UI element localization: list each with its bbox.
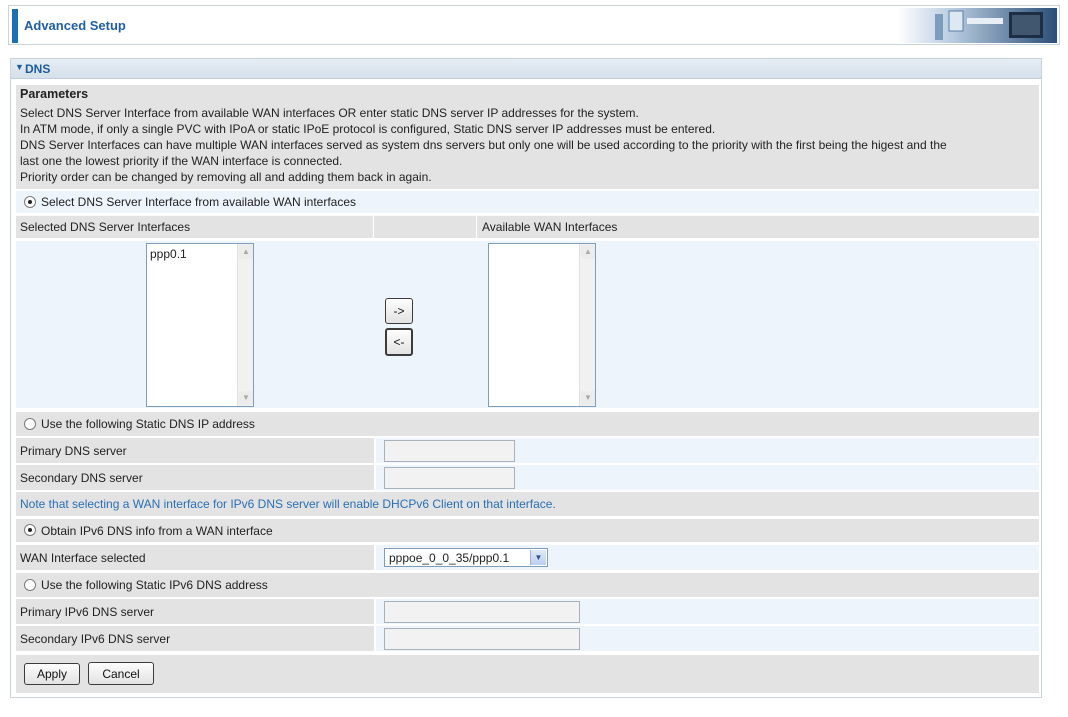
primary-dns-label: Primary DNS server [20,444,127,458]
interface-mode-row: Select DNS Server Interface from availab… [16,191,1039,213]
ipv6-note: Note that selecting a WAN interface for … [20,497,556,511]
available-interfaces-list[interactable]: ▲ ▼ [488,243,596,407]
wan-interface-select[interactable]: pppoe_0_0_35/ppp0.1 ▼ [384,548,548,567]
static-dns-mode-row: Use the following Static DNS IP address [16,412,1039,436]
scroll-down-arrow-icon[interactable]: ▼ [239,391,253,405]
secondary-dns-input[interactable] [384,467,515,489]
interface-mode-radio[interactable] [24,196,36,208]
static-dns-radio[interactable] [24,418,36,430]
page-header: Advanced Setup [8,5,1060,45]
selected-interface-item[interactable]: ppp0.1 [150,247,187,261]
primary-dns-input[interactable] [384,440,515,462]
parameters-section: Parameters Select DNS Server Interface f… [16,85,1039,189]
cancel-button[interactable]: Cancel [88,662,154,685]
move-left-button[interactable]: <- [385,328,413,356]
selected-interfaces-header: Selected DNS Server Interfaces [20,220,191,234]
wan-interface-row: WAN Interface selected pppoe_0_0_35/ppp0… [16,545,1039,570]
selected-list-scrollbar[interactable]: ▲ ▼ [237,244,253,406]
secondary-ipv6-row: Secondary IPv6 DNS server [16,626,1039,651]
wan-interface-value: pppoe_0_0_35/ppp0.1 [389,551,510,565]
chevron-down-icon[interactable]: ▼ [530,550,546,565]
ipv6-note-row: Note that selecting a WAN interface for … [16,492,1039,516]
parameters-heading: Parameters [20,87,89,101]
static-dns-label: Use the following Static DNS IP address [41,417,255,431]
secondary-ipv6-input[interactable] [384,628,580,650]
wan-interface-label: WAN Interface selected [20,551,146,565]
actions-row: Apply Cancel [16,655,1039,693]
primary-ipv6-label: Primary IPv6 DNS server [20,605,155,619]
ipv6-static-radio[interactable] [24,579,36,591]
ipv6-obtain-radio[interactable] [24,524,36,536]
secondary-ipv6-label: Secondary IPv6 DNS server [20,632,171,646]
secondary-dns-label: Secondary DNS server [20,471,143,485]
available-interfaces-header: Available WAN Interfaces [482,220,618,234]
dns-panel: ▼ DNS Parameters Select DNS Server Inter… [10,58,1042,698]
scroll-up-arrow-icon[interactable]: ▲ [581,245,595,259]
ipv6-static-label: Use the following Static IPv6 DNS addres… [41,578,268,592]
interface-mode-label: Select DNS Server Interface from availab… [41,195,357,209]
parameters-line-5: Priority order can be changed by removin… [20,170,432,184]
scroll-down-arrow-icon[interactable]: ▼ [581,391,595,405]
available-list-scrollbar[interactable]: ▲ ▼ [579,244,595,406]
parameters-line-3: DNS Server Interfaces can have multiple … [20,138,947,152]
header-accent-bar [12,9,18,43]
ipv6-static-row: Use the following Static IPv6 DNS addres… [16,573,1039,597]
parameters-line-4: last one the lowest priority if the WAN … [20,154,343,168]
secondary-dns-row: Secondary DNS server [16,465,1039,490]
scroll-up-arrow-icon[interactable]: ▲ [239,245,253,259]
dns-panel-title: DNS [25,62,51,76]
primary-dns-row: Primary DNS server [16,438,1039,463]
selected-interfaces-list[interactable]: ppp0.1 ▲ ▼ [146,243,254,407]
triangle-down-icon[interactable]: ▼ [15,62,24,72]
dns-panel-header[interactable]: ▼ DNS [11,59,1041,79]
computer-network-banner [897,8,1057,43]
interface-lists-row: ppp0.1 ▲ ▼ -> <- ▲ ▼ [16,241,1039,408]
parameters-line-1: Select DNS Server Interface from availab… [20,106,639,120]
parameters-line-2: In ATM mode, if only a single PVC with I… [20,122,716,136]
move-right-button[interactable]: -> [385,298,413,324]
ipv6-obtain-label: Obtain IPv6 DNS info from a WAN interfac… [41,524,273,538]
page-title: Advanced Setup [24,18,126,33]
interface-columns-header: Selected DNS Server Interfaces Available… [16,216,1039,238]
primary-ipv6-row: Primary IPv6 DNS server [16,599,1039,624]
ipv6-obtain-row: Obtain IPv6 DNS info from a WAN interfac… [16,519,1039,542]
primary-ipv6-input[interactable] [384,601,580,623]
apply-button[interactable]: Apply [24,663,80,685]
